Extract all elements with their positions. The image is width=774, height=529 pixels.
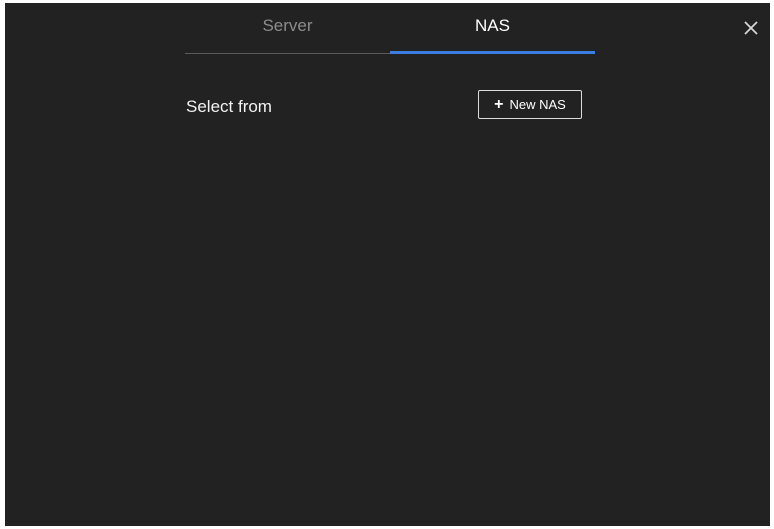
tab-server-label: Server: [262, 16, 313, 35]
new-nas-button-label: New NAS: [509, 97, 566, 112]
plus-icon: +: [494, 95, 504, 113]
new-nas-button[interactable]: + New NAS: [478, 90, 582, 119]
select-from-label: Select from: [186, 97, 272, 116]
nas-dialog: Server NAS Select from + New NAS: [5, 3, 770, 526]
tab-nas-label: NAS: [475, 16, 510, 35]
tab-bar: Server NAS: [185, 3, 595, 54]
tab-server[interactable]: Server: [185, 3, 390, 53]
tab-nas[interactable]: NAS: [390, 3, 595, 54]
close-icon[interactable]: [742, 19, 760, 37]
